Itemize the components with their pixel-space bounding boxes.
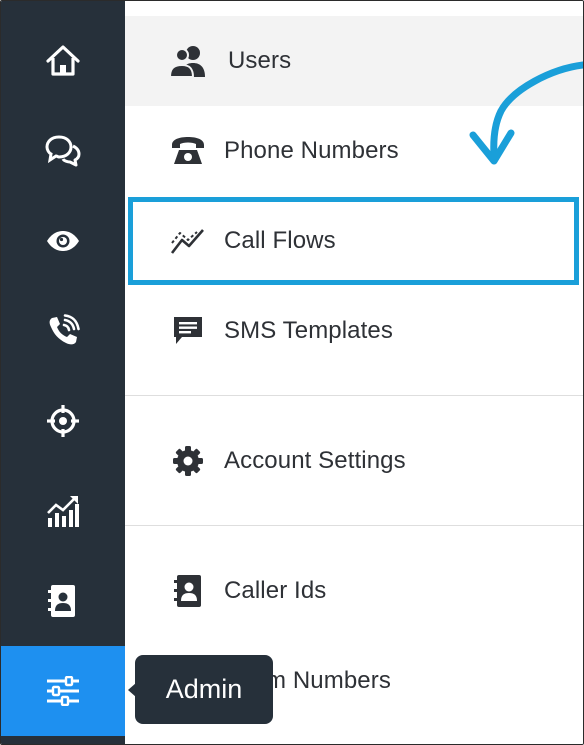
phone-ringing-icon xyxy=(49,314,80,345)
sidebar-item-calls[interactable] xyxy=(1,286,125,376)
call-flows-highlight-box xyxy=(128,197,579,285)
gear-icon xyxy=(169,442,207,480)
menu-divider xyxy=(125,395,583,396)
chat-bubbles-icon xyxy=(45,135,81,167)
sidebar-item-conversations[interactable] xyxy=(1,106,125,196)
eye-icon xyxy=(47,231,79,251)
home-icon xyxy=(46,45,80,76)
sidebar-item-home[interactable] xyxy=(1,16,125,106)
sidebar-item-admin[interactable] xyxy=(1,646,125,736)
menu-item-account-settings[interactable]: Account Settings xyxy=(125,416,583,506)
menu-item-caller-ids[interactable]: Caller Ids xyxy=(125,546,583,636)
message-icon xyxy=(169,312,207,350)
telephone-icon xyxy=(169,132,207,170)
menu-divider xyxy=(125,525,583,526)
sidebar-item-reports[interactable] xyxy=(1,466,125,556)
account-settings-label: Account Settings xyxy=(224,447,406,474)
partially-hidden-label: m Numbers xyxy=(266,667,391,694)
curved-arrow-icon xyxy=(469,61,583,165)
admin-tooltip: Admin xyxy=(128,655,273,724)
tooltip-text: Admin xyxy=(165,674,243,704)
app-frame: Users Phone Numbers Call Flows SMS Templ… xyxy=(0,0,584,745)
caller-ids-label: Caller Ids xyxy=(224,577,327,604)
sidebar-rail xyxy=(1,1,125,744)
sidebar-item-monitor[interactable] xyxy=(1,196,125,286)
bar-chart-trend-icon xyxy=(47,496,79,527)
users-icon xyxy=(169,42,207,80)
menu-item-sms-templates[interactable]: SMS Templates xyxy=(125,286,583,376)
sidebar-item-tracking[interactable] xyxy=(1,376,125,466)
phone-numbers-label: Phone Numbers xyxy=(224,137,399,164)
sidebar-item-contacts[interactable] xyxy=(1,556,125,646)
users-label: Users xyxy=(228,47,292,74)
contact-card-icon xyxy=(169,572,207,610)
crosshair-target-icon xyxy=(47,405,79,437)
sliders-icon xyxy=(47,676,79,706)
sms-templates-label: SMS Templates xyxy=(224,317,393,344)
contact-book-icon xyxy=(48,585,75,617)
